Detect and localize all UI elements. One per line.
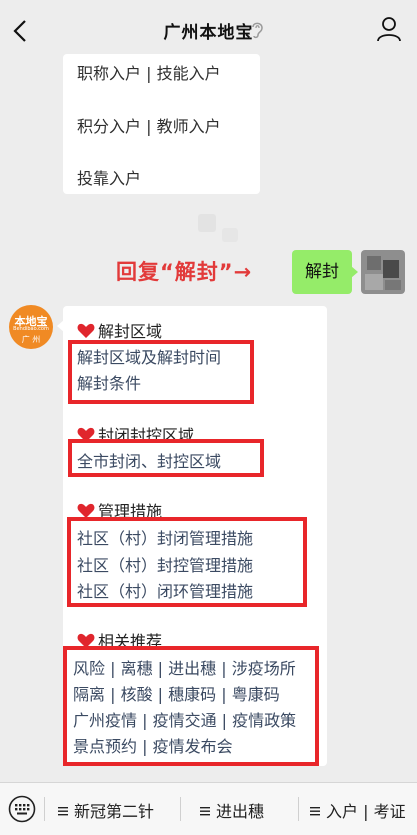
faint-mark bbox=[222, 228, 238, 242]
menu-lines-icon bbox=[200, 807, 210, 816]
menu-link[interactable]: 隔离 | 核酸 | 穗康码 | 粤康码 bbox=[73, 681, 280, 705]
user-message-bubble: 解封 bbox=[292, 250, 358, 294]
menu-link[interactable]: 解封条件 bbox=[77, 370, 141, 394]
bottom-menu-bar: 新冠第二针 进出穗 入户 | 考证 bbox=[0, 782, 417, 835]
section-heading: 解封区域 bbox=[77, 318, 162, 342]
menu-link[interactable]: 广州疫情 | 疫情交通 | 疫情政策 bbox=[73, 707, 296, 731]
faint-mark bbox=[198, 214, 216, 232]
menu-lines-icon bbox=[310, 807, 320, 816]
menu-link[interactable]: 社区（村）封控管理措施 bbox=[77, 552, 253, 576]
profile-icon[interactable] bbox=[376, 16, 402, 42]
account-logo-avatar[interactable]: 本地宝 Bendibao.com 广 州 bbox=[9, 305, 53, 349]
menu-link[interactable]: 全市封闭、封控区域 bbox=[77, 448, 221, 472]
previous-message-bubble: 职称入户 | 技能入户 积分入户 | 教师入户 投靠入户 bbox=[63, 54, 260, 194]
top-nav-bar: 广州本地宝 bbox=[0, 0, 417, 62]
divider bbox=[44, 797, 45, 821]
ear-icon bbox=[252, 22, 263, 39]
menu-link[interactable]: 社区（村）封闭管理措施 bbox=[77, 525, 253, 549]
menu-button-hukou[interactable]: 入户 | 考证 bbox=[310, 798, 406, 822]
menu-link[interactable]: 社区（村）闭环管理措施 bbox=[77, 578, 253, 602]
logo-city: 广 州 bbox=[21, 335, 41, 344]
message-line[interactable]: 职称入户 | 技能入户 bbox=[77, 60, 221, 84]
message-line[interactable]: 投靠入户 bbox=[77, 165, 141, 189]
menu-link[interactable]: 风险 | 离穗 | 进出穗 | 涉疫场所 bbox=[73, 655, 296, 679]
reply-hint: 回复“解封”→ bbox=[116, 260, 253, 284]
menu-button-travel[interactable]: 进出穗 bbox=[200, 798, 264, 822]
message-line[interactable]: 积分入户 | 教师入户 bbox=[77, 113, 221, 137]
divider bbox=[298, 797, 299, 821]
page-title: 广州本地宝 bbox=[163, 23, 254, 43]
menu-link[interactable]: 解封区域及解封时间 bbox=[77, 344, 221, 368]
bot-message-bubble: 解封区域 解封区域及解封时间 解封条件 封闭封控区域 全市封闭、封控区域 管理措… bbox=[57, 306, 327, 766]
user-avatar[interactable] bbox=[361, 250, 405, 294]
menu-button-vaccine[interactable]: 新冠第二针 bbox=[58, 798, 154, 822]
heart-icon bbox=[77, 323, 95, 338]
divider bbox=[180, 797, 181, 821]
menu-lines-icon bbox=[58, 807, 68, 816]
menu-link[interactable]: 景点预约 | 疫情发布会 bbox=[73, 733, 233, 757]
logo-url: Bendibao.com bbox=[13, 326, 49, 332]
keyboard-icon[interactable] bbox=[8, 795, 36, 823]
